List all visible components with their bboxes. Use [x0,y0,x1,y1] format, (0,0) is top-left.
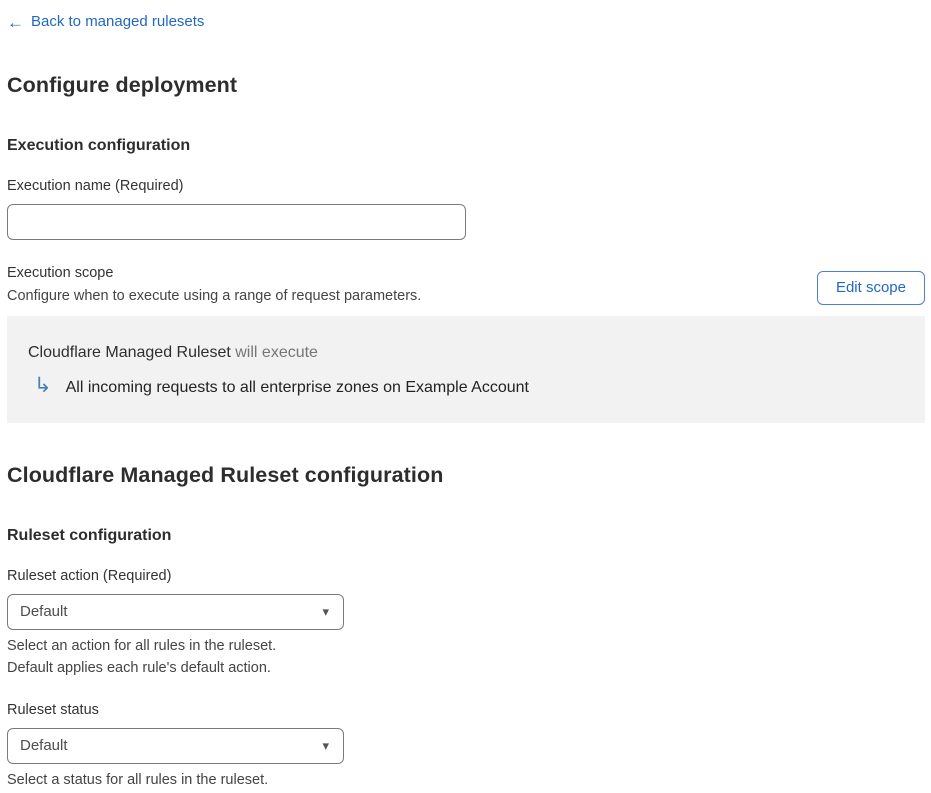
execution-scope-text: Execution scope Configure when to execut… [7,265,421,305]
execution-name-label: Execution name (Required) [7,177,184,194]
back-link-label: Back to managed rulesets [31,13,205,30]
ruleset-configuration-subheading: Ruleset configuration [7,526,172,544]
configure-deployment-page: ← Back to managed rulesets Configure dep… [0,0,931,793]
summary-will-execute: will execute [235,343,318,361]
execution-scope-row: Execution scope Configure when to execut… [7,265,925,305]
ruleset-configuration-title: Cloudflare Managed Ruleset configuration [7,462,444,487]
page-title: Configure deployment [7,72,238,97]
ruleset-status-label: Ruleset status [7,701,99,718]
back-to-managed-rulesets-link[interactable]: ← Back to managed rulesets [7,12,204,32]
back-arrow-icon: ← [7,12,24,32]
chevron-down-icon: ▾ [322,738,329,753]
ruleset-status-selected-value: Default [20,737,68,754]
execution-configuration-heading: Execution configuration [7,136,191,154]
summary-scope-line: ↳ All incoming requests to all enterpris… [28,373,905,398]
execution-scope-label: Execution scope [7,264,114,281]
summary-line: Cloudflare Managed Ruleset will execute [28,343,905,362]
summary-scope-value: All incoming requests to all enterprise … [65,378,529,396]
ruleset-action-help-line-2: Default applies each rule's default acti… [7,659,271,676]
ruleset-action-select[interactable]: Default ▾ [7,593,344,630]
chevron-down-icon: ▾ [322,604,329,619]
edit-scope-button[interactable]: Edit scope [816,270,925,305]
ruleset-action-help-line-1: Select an action for all rules in the ru… [7,637,277,654]
ruleset-status-select[interactable]: Default ▾ [7,727,344,764]
ruleset-action-label: Ruleset action (Required) [7,567,172,584]
execution-name-input[interactable] [7,203,466,240]
ruleset-action-selected-value: Default [20,603,68,620]
ruleset-status-help-line: Select a status for all rules in the rul… [7,771,269,788]
branch-arrow-icon: ↳ [34,373,52,397]
summary-ruleset-name: Cloudflare Managed Ruleset [28,343,231,361]
execution-scope-description: Configure when to execute using a range … [7,287,422,304]
execution-summary-panel: Cloudflare Managed Ruleset will execute … [7,315,925,423]
